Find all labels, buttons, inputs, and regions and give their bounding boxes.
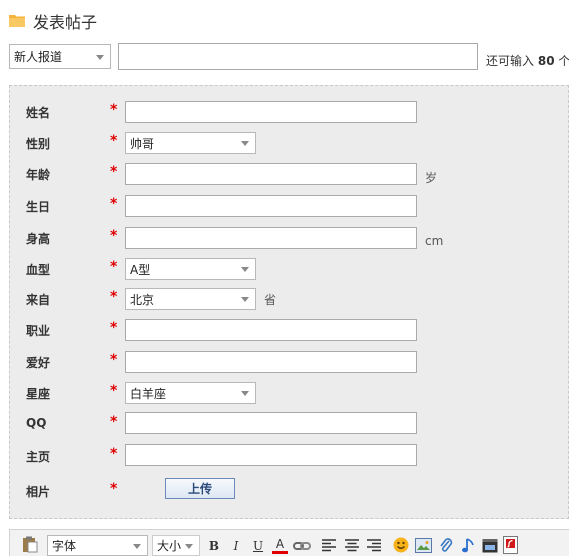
upload-button[interactable]: 上传 xyxy=(165,478,235,499)
birthday-input[interactable] xyxy=(125,195,417,217)
page-title: 发表帖子 xyxy=(33,13,98,32)
underline-button[interactable]: U xyxy=(250,538,266,554)
chevron-down-icon xyxy=(241,297,249,302)
age-unit: 岁 xyxy=(425,171,438,185)
required-mark: * xyxy=(110,289,118,305)
italic-button[interactable]: I xyxy=(228,538,244,554)
homepage-input[interactable] xyxy=(125,444,417,466)
remaining-count: 80 xyxy=(537,54,555,68)
chevron-down-icon xyxy=(185,543,193,549)
paste-icon[interactable] xyxy=(22,536,38,553)
hobby-input[interactable] xyxy=(125,351,417,373)
gender-select[interactable]: 帅哥 xyxy=(125,132,256,154)
font-family-select[interactable]: 字体 xyxy=(47,535,148,556)
height-unit: cm xyxy=(425,234,444,248)
remaining-prefix: 还可输入 xyxy=(486,54,535,68)
flash-icon[interactable] xyxy=(503,536,518,554)
job-input[interactable] xyxy=(125,319,417,341)
required-mark: * xyxy=(110,102,118,118)
category-value: 新人报道 xyxy=(14,50,63,64)
chevron-down-icon xyxy=(96,54,104,60)
required-mark: * xyxy=(110,133,118,149)
province-value: 北京 xyxy=(130,292,155,307)
required-mark: * xyxy=(110,164,118,180)
job-label: 职业 xyxy=(26,324,51,338)
gender-label: 性别 xyxy=(26,137,51,151)
font-family-value: 字体 xyxy=(52,539,77,553)
homepage-label: 主页 xyxy=(26,450,51,464)
blood-type-select[interactable]: A型 xyxy=(125,258,256,280)
age-label: 年龄 xyxy=(26,168,51,182)
bold-button[interactable]: B xyxy=(206,538,222,554)
video-icon[interactable] xyxy=(482,538,498,553)
required-mark: * xyxy=(110,196,118,212)
link-icon[interactable] xyxy=(293,540,311,552)
remaining-chars: 还可输入 80 个 xyxy=(486,52,569,69)
emoticon-icon[interactable] xyxy=(393,537,409,553)
qq-input[interactable] xyxy=(125,412,417,434)
align-left-icon[interactable] xyxy=(322,539,336,552)
required-mark: * xyxy=(110,383,118,399)
required-mark: * xyxy=(110,352,118,368)
category-select[interactable]: 新人报道 xyxy=(9,44,111,69)
post-title-input[interactable] xyxy=(118,43,478,70)
chevron-down-icon xyxy=(241,391,249,396)
birthday-label: 生日 xyxy=(26,200,51,214)
zodiac-select[interactable]: 白羊座 xyxy=(125,382,256,404)
qq-label: QQ xyxy=(26,416,47,430)
font-size-select[interactable]: 大小 xyxy=(152,535,200,556)
province-unit: 省 xyxy=(264,293,277,307)
remaining-suffix: 个 xyxy=(558,54,569,68)
chevron-down-icon xyxy=(241,141,249,146)
image-icon[interactable] xyxy=(415,538,432,553)
age-input[interactable] xyxy=(125,163,417,185)
name-input[interactable] xyxy=(125,101,417,123)
zodiac-value: 白羊座 xyxy=(130,386,167,401)
photo-label: 相片 xyxy=(26,485,51,499)
folder-icon xyxy=(9,15,25,27)
name-label: 姓名 xyxy=(26,106,51,120)
attachment-icon[interactable] xyxy=(439,537,453,554)
zodiac-label: 星座 xyxy=(26,387,51,401)
required-mark: * xyxy=(110,446,118,462)
blood-type-label: 血型 xyxy=(26,263,51,277)
province-select[interactable]: 北京 xyxy=(125,288,256,310)
required-mark: * xyxy=(110,481,118,497)
required-mark: * xyxy=(110,414,118,430)
required-mark: * xyxy=(110,320,118,336)
required-mark: * xyxy=(110,228,118,244)
align-right-icon[interactable] xyxy=(367,539,381,552)
from-label: 来自 xyxy=(26,293,51,307)
required-mark: * xyxy=(110,259,118,275)
font-size-value: 大小 xyxy=(157,539,182,553)
music-icon[interactable] xyxy=(461,537,475,554)
chevron-down-icon xyxy=(241,267,249,272)
gender-value: 帅哥 xyxy=(130,136,155,151)
chevron-down-icon xyxy=(133,543,141,549)
height-label: 身高 xyxy=(26,232,51,246)
hobby-label: 爱好 xyxy=(26,356,51,370)
font-color-button[interactable]: A xyxy=(272,537,288,554)
blood-type-value: A型 xyxy=(130,262,151,277)
height-input[interactable] xyxy=(125,227,417,249)
align-center-icon[interactable] xyxy=(345,539,359,552)
